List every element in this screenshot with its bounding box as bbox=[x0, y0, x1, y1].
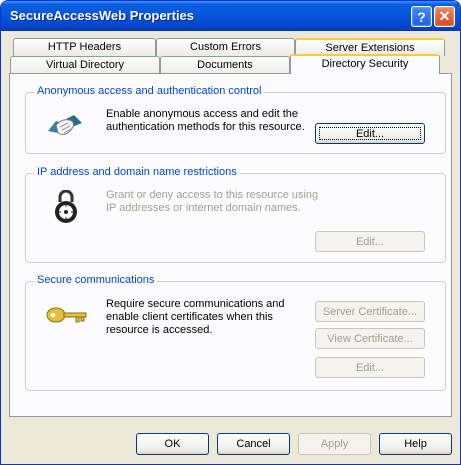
handshake-icon bbox=[48, 115, 82, 136]
tab-documents[interactable]: Documents bbox=[160, 56, 290, 74]
anonymous-access-description: Enable anonymous access and edit the aut… bbox=[106, 108, 305, 133]
ip-restrictions-group: IP address and domain name restrictions … bbox=[25, 166, 446, 263]
tab-directory-security[interactable]: Directory Security bbox=[290, 54, 440, 74]
ip-restrictions-description: Grant or deny access to this resource us… bbox=[106, 189, 319, 214]
ip-edit-button[interactable]: Edit... bbox=[315, 231, 425, 252]
apply-button[interactable]: Apply bbox=[298, 433, 371, 455]
title-bar[interactable]: SecureAccessWeb Properties ? ✕ bbox=[1, 1, 460, 31]
question-mark-icon: ? bbox=[417, 8, 426, 25]
secure-communications-group: Secure communications Require secure com… bbox=[25, 274, 446, 391]
help-footer-button[interactable]: Help bbox=[379, 433, 452, 455]
anonymous-edit-button[interactable]: Edit... bbox=[315, 123, 425, 144]
secure-edit-label: Edit... bbox=[355, 361, 385, 374]
anonymous-access-title: Anonymous access and authentication cont… bbox=[34, 85, 265, 97]
tab-http-headers[interactable]: HTTP Headers bbox=[13, 38, 156, 56]
secure-communications-description: Require secure communications and enable… bbox=[106, 298, 285, 336]
tab-custom-errors[interactable]: Custom Errors bbox=[156, 38, 295, 56]
anonymous-edit-label: Edit... bbox=[355, 127, 385, 140]
secure-communications-title: Secure communications bbox=[34, 274, 158, 286]
tab-virtual-directory[interactable]: Virtual Directory bbox=[10, 56, 160, 74]
tab-panel: Anonymous access and authentication cont… bbox=[9, 73, 452, 417]
window-title: SecureAccessWeb Properties bbox=[10, 8, 195, 23]
ok-label: OK bbox=[164, 438, 181, 450]
server-certificate-label: Server Certificate... bbox=[322, 305, 418, 318]
anonymous-access-group: Anonymous access and authentication cont… bbox=[25, 85, 446, 154]
view-certificate-label: View Certificate... bbox=[327, 332, 413, 345]
key-icon bbox=[46, 307, 87, 323]
help-button[interactable]: ? bbox=[411, 6, 432, 27]
cancel-button[interactable]: Cancel bbox=[217, 433, 290, 455]
cancel-label: Cancel bbox=[236, 438, 271, 450]
secure-edit-button[interactable]: Edit... bbox=[315, 357, 425, 378]
help-label: Help bbox=[404, 438, 427, 450]
ip-edit-label: Edit... bbox=[355, 235, 385, 248]
ip-restrictions-title: IP address and domain name restrictions bbox=[34, 166, 240, 178]
apply-label: Apply bbox=[320, 438, 349, 450]
ok-button[interactable]: OK bbox=[136, 433, 209, 455]
properties-window: SecureAccessWeb Properties ? ✕ HTTP Head… bbox=[0, 0, 461, 465]
view-certificate-button[interactable]: View Certificate... bbox=[315, 328, 425, 349]
close-icon: ✕ bbox=[438, 8, 451, 24]
close-button[interactable]: ✕ bbox=[434, 6, 455, 27]
combination-lock-icon bbox=[55, 190, 77, 223]
server-certificate-button[interactable]: Server Certificate... bbox=[315, 301, 425, 322]
